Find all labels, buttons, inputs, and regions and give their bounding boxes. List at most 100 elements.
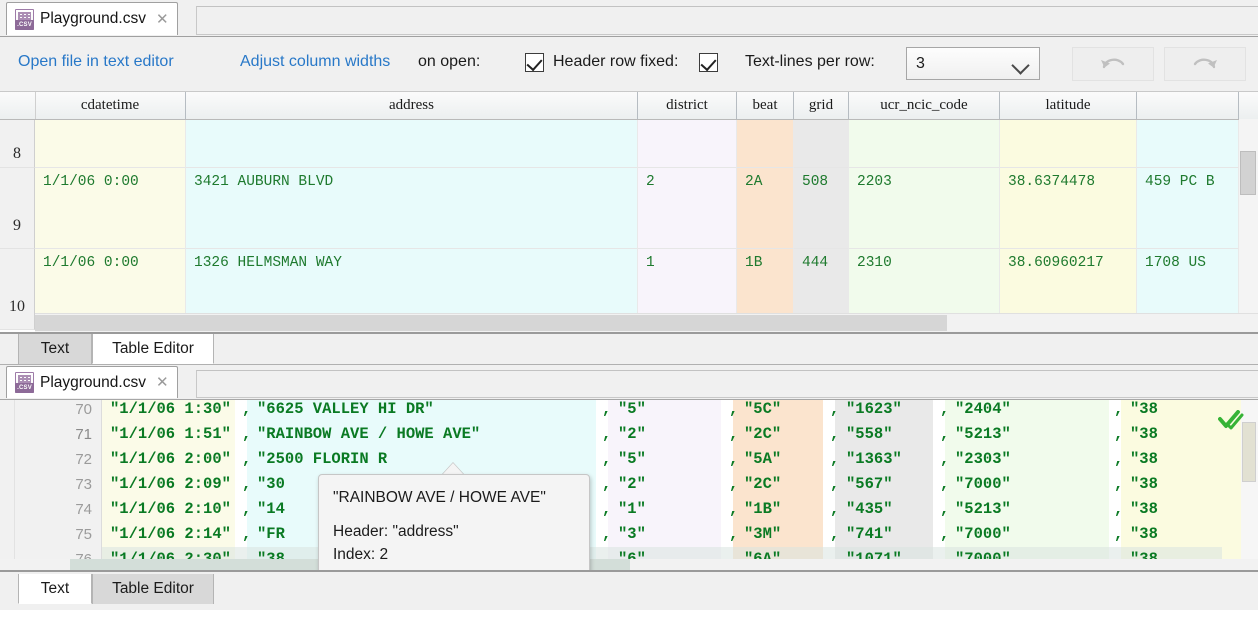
table-cell[interactable] <box>638 119 737 168</box>
open-file-in-text-editor-link[interactable]: Open file in text editor <box>18 53 174 71</box>
toolbar: Open file in text editor Adjust column w… <box>0 37 1258 92</box>
code-field-latitude: "38 <box>1130 422 1158 447</box>
row-number[interactable]: 9 <box>0 168 35 249</box>
tooltip-index: Index: 2 <box>333 543 575 566</box>
editor-horizontal-scrollbar[interactable] <box>0 559 1258 570</box>
code-comma: , <box>602 422 611 447</box>
code-comma: , <box>1114 422 1123 447</box>
table-cell[interactable]: 2 <box>638 168 737 249</box>
code-field-latitude: "38 <box>1130 522 1158 547</box>
code-field-district: "2" <box>618 472 646 497</box>
table-cell[interactable]: 2A <box>737 168 794 249</box>
redo-button[interactable] <box>1164 47 1246 81</box>
column-header-ucr_ncic_code[interactable]: ucr_ncic_code <box>849 92 1000 119</box>
code-field-ucr: "2404" <box>955 400 1011 422</box>
code-field-district: "2" <box>618 422 646 447</box>
code-field-address: "FR <box>257 522 285 547</box>
code-field-beat: "1B" <box>744 497 781 522</box>
code-comma: , <box>830 400 839 422</box>
table-header-row: cdatetimeaddressdistrictbeatgriducr_ncic… <box>0 92 1258 120</box>
tab-text-lower[interactable]: Text <box>18 574 92 604</box>
table-cell[interactable]: 2203 <box>849 168 1000 249</box>
code-field-latitude: "38 <box>1130 472 1158 497</box>
tab-table-editor-upper[interactable]: Table Editor <box>92 334 214 364</box>
row-number[interactable]: 8 <box>0 119 35 168</box>
editor-code-area[interactable]: "1/1/06 1:30","6625 VALLEY HI DR","5","5… <box>102 400 1258 570</box>
column-header-col7[interactable] <box>1137 92 1239 119</box>
code-field-grid: "741" <box>846 522 893 547</box>
undo-button[interactable] <box>1072 47 1154 81</box>
table-cell[interactable] <box>794 119 849 168</box>
table-cell[interactable] <box>849 119 1000 168</box>
code-field-beat: "5A" <box>744 447 781 472</box>
table-cell[interactable]: 1/1/06 0:00 <box>35 168 186 249</box>
text-lines-per-row-value: 3 <box>907 55 925 73</box>
code-comma: , <box>940 497 949 522</box>
csv-editor-window: .CSV Playground.csv ✕ Open file in text … <box>0 0 1258 623</box>
code-field-cdatetime: "1/1/06 1:30" <box>110 400 231 422</box>
row-number[interactable]: 10 <box>0 249 35 330</box>
code-comma: , <box>602 400 611 422</box>
table-cell[interactable]: 459 PC B <box>1137 168 1239 249</box>
table-cell[interactable] <box>186 119 638 168</box>
code-comma: , <box>940 447 949 472</box>
code-comma: , <box>242 422 251 447</box>
table-horizontal-scrollbar[interactable] <box>35 313 1258 332</box>
column-header-cdatetime[interactable]: cdatetime <box>35 92 186 119</box>
cell-tooltip: "RAINBOW AVE / HOWE AVE" Header: "addres… <box>318 474 590 580</box>
table-cell[interactable]: 38.6374478 <box>1000 168 1137 249</box>
code-comma: , <box>729 400 738 422</box>
editor-vertical-scrollbar-thumb[interactable] <box>1242 422 1256 482</box>
code-comma: , <box>1114 472 1123 497</box>
tab-text-upper[interactable]: Text <box>18 334 92 364</box>
upper-view-tabs: Text Table Editor <box>0 332 1258 365</box>
text-editor[interactable]: 70717273747576 "1/1/06 1:30","6625 VALLE… <box>0 400 1258 570</box>
header-row-fixed-checkbox[interactable] <box>699 53 718 72</box>
table-vertical-scrollbar-thumb[interactable] <box>1240 151 1256 195</box>
table-cell[interactable] <box>1000 119 1137 168</box>
undo-icon <box>1098 55 1128 73</box>
line-number: 73 <box>75 472 92 497</box>
table-vertical-scrollbar[interactable] <box>1239 119 1258 314</box>
code-field-address: "14 <box>257 497 285 522</box>
code-comma: , <box>1114 447 1123 472</box>
code-field-latitude: "38 <box>1130 447 1158 472</box>
table-horizontal-scrollbar-thumb[interactable] <box>35 315 947 331</box>
code-comma: , <box>242 400 251 422</box>
code-field-district: "3" <box>618 522 646 547</box>
tabstrip-empty-area <box>196 6 1258 35</box>
code-comma: , <box>242 522 251 547</box>
column-header-beat[interactable]: beat <box>737 92 794 119</box>
bottom-file-tab-playground-csv[interactable]: .CSV Playground.csv ✕ <box>6 366 178 398</box>
code-field-cdatetime: "1/1/06 2:00" <box>110 447 231 472</box>
line-number: 70 <box>75 400 92 422</box>
code-field-cdatetime: "1/1/06 1:51" <box>110 422 231 447</box>
table-cell[interactable]: 3421 AUBURN BLVD <box>186 168 638 249</box>
tooltip-value: "RAINBOW AVE / HOWE AVE" <box>333 486 575 509</box>
bottom-tabstrip-empty-area <box>196 370 1258 398</box>
column-header-address[interactable]: address <box>186 92 638 119</box>
table-cell[interactable] <box>1137 119 1239 168</box>
bottom-file-tabstrip: .CSV Playground.csv ✕ <box>0 365 1258 400</box>
text-lines-per-row-select[interactable]: 3 <box>906 47 1040 80</box>
table-cell[interactable] <box>35 119 186 168</box>
table-cell[interactable]: 508 <box>794 168 849 249</box>
file-tab-label: Playground.csv <box>40 10 146 28</box>
on-open-checkbox[interactable] <box>525 53 544 72</box>
grid-corner-cell <box>0 92 36 119</box>
code-comma: , <box>242 472 251 497</box>
column-header-grid[interactable]: grid <box>794 92 849 119</box>
column-header-latitude[interactable]: latitude <box>1000 92 1137 119</box>
close-icon[interactable]: ✕ <box>156 12 169 27</box>
code-field-cdatetime: "1/1/06 2:09" <box>110 472 231 497</box>
file-tab-playground-csv[interactable]: .CSV Playground.csv ✕ <box>6 2 178 35</box>
table-cell[interactable] <box>737 119 794 168</box>
code-comma: , <box>830 472 839 497</box>
adjust-column-widths-link[interactable]: Adjust column widths <box>240 53 390 71</box>
column-header-district[interactable]: district <box>638 92 737 119</box>
code-field-district: "5" <box>618 400 646 422</box>
close-icon[interactable]: ✕ <box>156 375 169 390</box>
tab-table-editor-lower[interactable]: Table Editor <box>92 574 214 604</box>
code-field-address: "2500 FLORIN R <box>257 447 387 472</box>
code-field-grid: "567" <box>846 472 893 497</box>
